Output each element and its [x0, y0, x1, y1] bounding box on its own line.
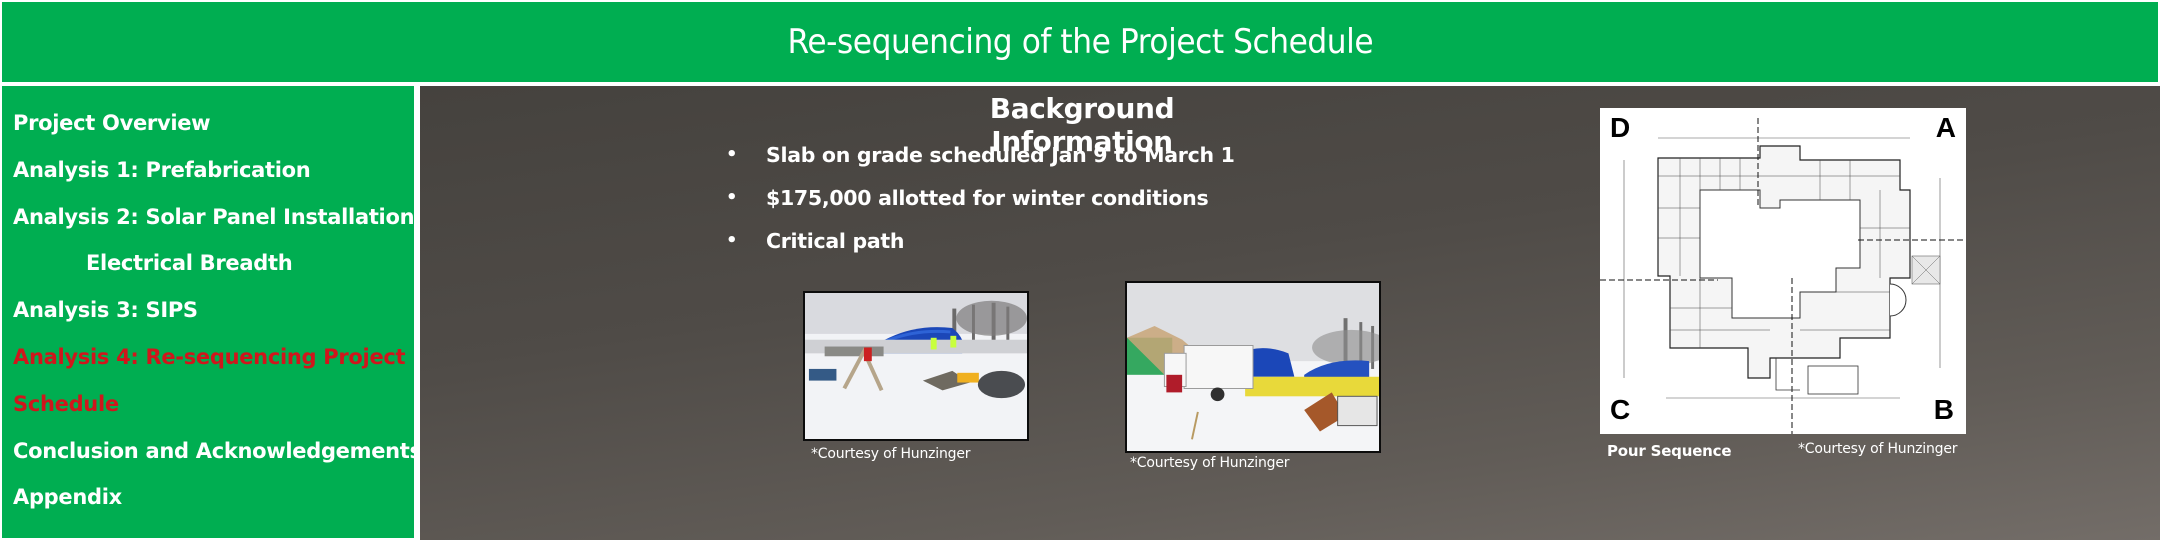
- site-photo-2: [1125, 281, 1381, 453]
- bullet-icon: •: [726, 230, 738, 251]
- nav-item-project-overview[interactable]: Project Overview: [13, 100, 414, 147]
- plan-courtesy-caption: *Courtesy of Hunzinger: [1798, 441, 1958, 457]
- nav-item-appendix[interactable]: Appendix: [13, 474, 414, 521]
- nav-item-conclusion[interactable]: Conclusion and Acknowledgements: [13, 428, 422, 475]
- bullet-text: Critical path: [766, 229, 905, 253]
- header-bar: Re-sequencing of the Project Schedule: [2, 2, 2158, 82]
- page-title: Re-sequencing of the Project Schedule: [787, 22, 1373, 62]
- bullet-list: • Slab on grade scheduled Jan 9 to March…: [726, 138, 1235, 267]
- photo-1-caption: *Courtesy of Hunzinger: [811, 446, 971, 462]
- site-photo-2-image: [1127, 283, 1379, 451]
- bullet-icon: •: [726, 144, 738, 165]
- nav-list: Project Overview Analysis 1: Prefabricat…: [2, 86, 422, 521]
- zone-label-b: B: [1933, 394, 1954, 425]
- bullet-item: • Slab on grade scheduled Jan 9 to March…: [726, 138, 1235, 181]
- nav-item-analysis-2[interactable]: Analysis 2: Solar Panel Installation: [13, 194, 415, 241]
- nav-item-analysis-3[interactable]: Analysis 3: SIPS: [13, 287, 414, 334]
- nav-item-analysis-4-cont[interactable]: Schedule: [13, 381, 414, 428]
- nav-item-analysis-1[interactable]: Analysis 1: Prefabrication: [13, 147, 414, 194]
- bullet-item: • Critical path: [726, 224, 1235, 267]
- bullet-text: $175,000 allotted for winter conditions: [766, 186, 1209, 210]
- site-photo-1-image: [805, 293, 1027, 439]
- zone-label-c: C: [1610, 394, 1631, 425]
- bullet-icon: •: [726, 187, 738, 208]
- nav-item-electrical-breadth[interactable]: Electrical Breadth: [13, 240, 414, 287]
- bullet-item: • $175,000 allotted for winter condition…: [726, 181, 1235, 224]
- floor-plan-drawing: [1600, 118, 1966, 434]
- nav-item-analysis-4[interactable]: Analysis 4: Re-sequencing Project: [13, 334, 414, 381]
- zone-label-d: D: [1610, 112, 1631, 143]
- bullet-text: Slab on grade scheduled Jan 9 to March 1: [766, 143, 1235, 167]
- site-photo-1: [803, 291, 1029, 441]
- zone-label-a: A: [1935, 112, 1956, 143]
- sidebar-nav: Project Overview Analysis 1: Prefabricat…: [2, 86, 422, 538]
- photo-2-caption: *Courtesy of Hunzinger: [1130, 455, 1290, 471]
- pour-sequence-caption: Pour Sequence: [1607, 442, 1732, 460]
- pour-sequence-plan: D A C B: [1600, 108, 1966, 434]
